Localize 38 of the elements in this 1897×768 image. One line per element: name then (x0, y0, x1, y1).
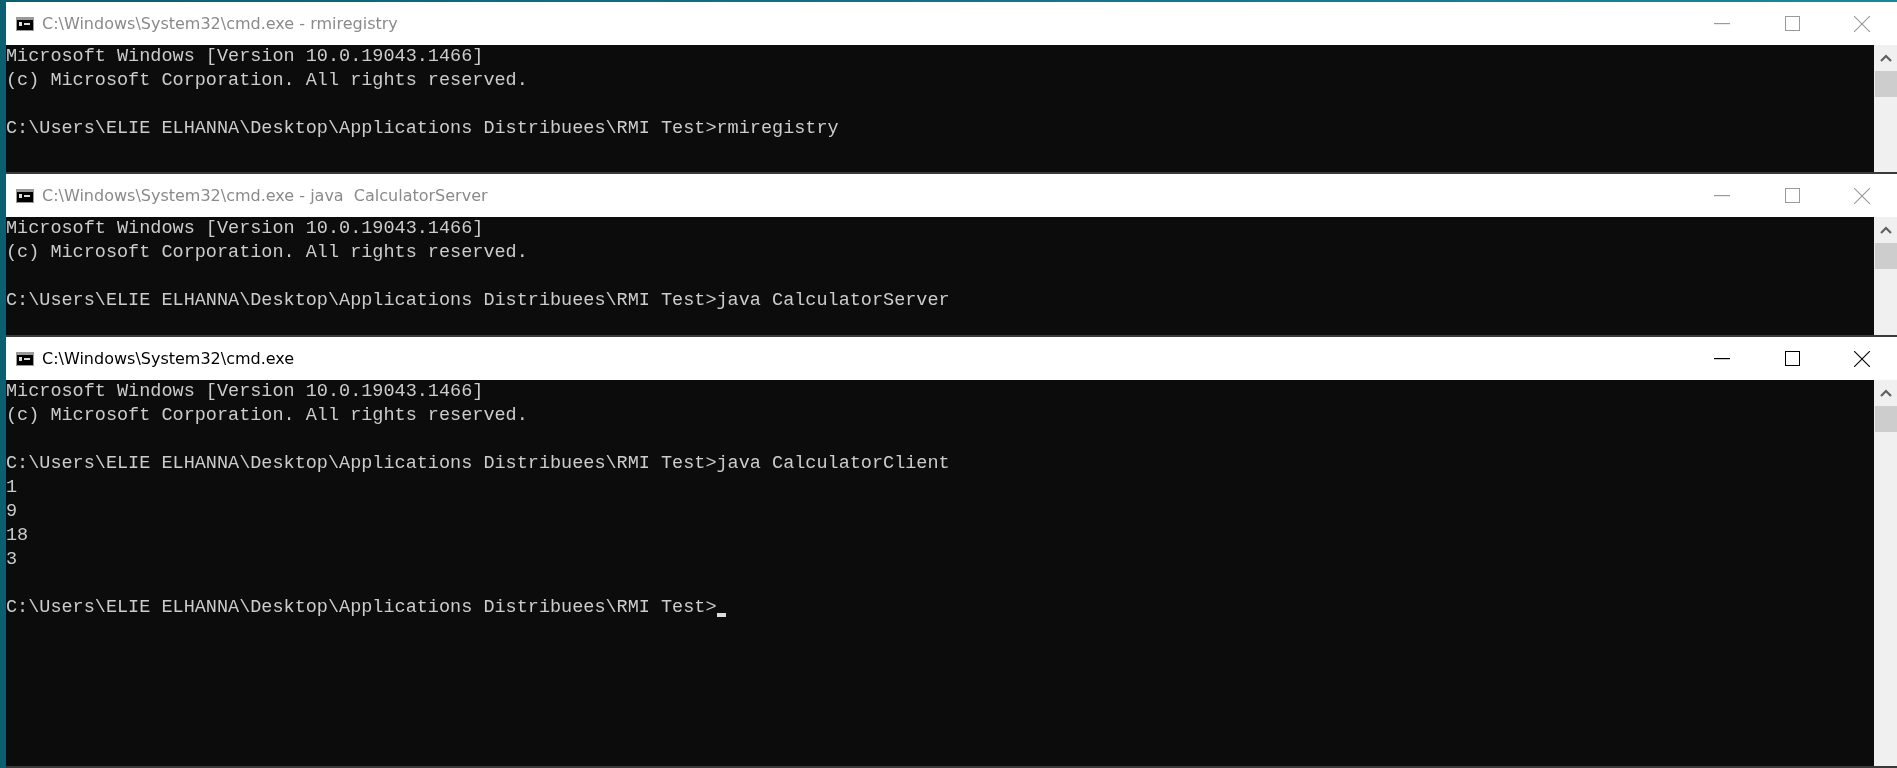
minimize-icon (1714, 194, 1730, 197)
console-line: C:\Users\ELIE ELHANNA\Desktop\Applications Distribuees\RMI Test> (6, 596, 717, 620)
console-line: C:\Users\ELIE ELHANNA\Desktop\Applications Distribuees\RMI Test>rmiregistry (6, 117, 839, 141)
console-line: 9 (6, 500, 18, 524)
close-icon (1854, 15, 1870, 32)
console-line: (c) Microsoft Corporation. All rights reserved. (6, 241, 528, 265)
scroll-thumb[interactable] (1874, 406, 1897, 432)
scroll-up-icon[interactable] (1879, 226, 1892, 234)
console-line: 18 (6, 524, 29, 548)
scroll-bar[interactable] (1874, 380, 1897, 766)
console-line: C:\Users\ELIE ELHANNA\Desktop\Applications Distribuees\RMI Test>java CalculatorServer (6, 289, 950, 313)
close-icon (1854, 350, 1870, 367)
scroll-thumb[interactable] (1874, 71, 1897, 97)
window-title: C:\Windows\System32\cmd.exe (42, 349, 296, 368)
terminal-icon (16, 351, 34, 366)
maximize-icon (1784, 351, 1800, 366)
console-line: (c) Microsoft Corporation. All rights reserved. (6, 69, 528, 93)
minimize-icon (1714, 22, 1730, 25)
terminal-icon (16, 16, 34, 31)
scroll-bar[interactable] (1874, 45, 1897, 172)
console-line: Microsoft Windows [Version 10.0.19043.1466] (6, 217, 484, 241)
close-icon (1854, 187, 1870, 204)
console-line: Microsoft Windows [Version 10.0.19043.1466] (6, 45, 484, 69)
console-line: 1 (6, 476, 18, 500)
scroll-up-icon[interactable] (1879, 54, 1892, 62)
window-title: C:\Windows\System32\cmd.exe - rmiregistry (42, 14, 399, 33)
scroll-thumb[interactable] (1874, 243, 1897, 269)
console-line: (c) Microsoft Corporation. All rights reserved. (6, 404, 528, 428)
scroll-bar[interactable] (1874, 217, 1897, 335)
terminal-icon (16, 188, 34, 203)
console-line: 3 (6, 548, 18, 572)
maximize-icon (1784, 16, 1800, 31)
minimize-icon (1714, 357, 1730, 360)
scroll-up-icon[interactable] (1879, 389, 1892, 397)
console-line: Microsoft Windows [Version 10.0.19043.1466] (6, 380, 484, 404)
window-title: C:\Windows\System32\cmd.exe - java CalculatorServer (42, 186, 489, 205)
maximize-icon (1784, 188, 1800, 203)
console-line: C:\Users\ELIE ELHANNA\Desktop\Applications Distribuees\RMI Test>java CalculatorClient (6, 452, 950, 476)
